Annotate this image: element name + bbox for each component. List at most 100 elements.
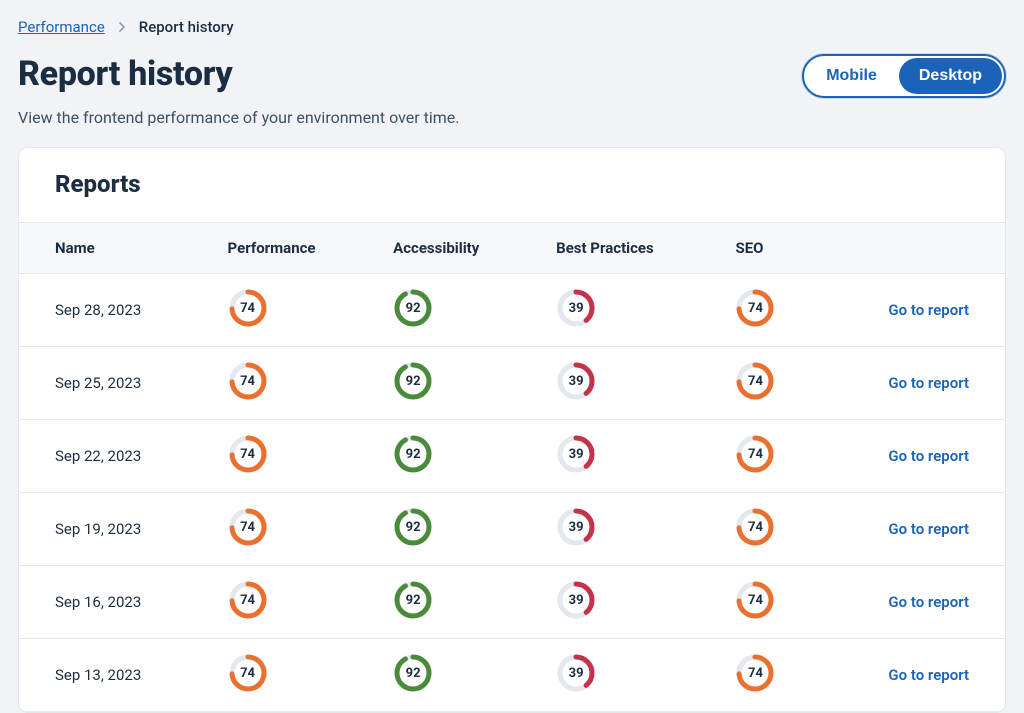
score-value: 39 <box>556 653 596 693</box>
accessibility-score-donut: 92 <box>393 507 433 547</box>
score-value: 39 <box>556 580 596 620</box>
page-subtitle: View the frontend performance of your en… <box>18 108 1006 127</box>
cell-seo: 74 <box>721 274 818 347</box>
cell-action: Go to report <box>819 274 1005 347</box>
col-performance: Performance <box>214 223 380 274</box>
cell-date: Sep 19, 2023 <box>19 493 214 566</box>
score-value: 74 <box>228 653 268 693</box>
cell-best-practices: 39 <box>542 493 721 566</box>
cell-performance: 74 <box>214 347 380 420</box>
cell-action: Go to report <box>819 420 1005 493</box>
performance-score-donut: 74 <box>228 434 268 474</box>
go-to-report-link[interactable]: Go to report <box>888 447 969 465</box>
table-row: Sep 28, 2023 74 92 39 74 Go to re <box>19 274 1005 347</box>
cell-performance: 74 <box>214 566 380 639</box>
score-value: 74 <box>735 580 775 620</box>
table-row: Sep 13, 2023 74 92 39 74 Go to re <box>19 639 1005 712</box>
score-value: 39 <box>556 361 596 401</box>
reports-heading: Reports <box>55 170 969 198</box>
reports-card: Reports Name Performance Accessibility B… <box>18 147 1006 713</box>
go-to-report-link[interactable]: Go to report <box>888 520 969 538</box>
table-row: Sep 16, 2023 74 92 39 74 Go to re <box>19 566 1005 639</box>
accessibility-score-donut: 92 <box>393 288 433 328</box>
cell-date: Sep 25, 2023 <box>19 347 214 420</box>
go-to-report-link[interactable]: Go to report <box>888 301 969 319</box>
toggle-desktop[interactable]: Desktop <box>899 58 1002 94</box>
seo-score-donut: 74 <box>735 580 775 620</box>
cell-accessibility: 92 <box>379 639 542 712</box>
cell-seo: 74 <box>721 566 818 639</box>
performance-score-donut: 74 <box>228 507 268 547</box>
seo-score-donut: 74 <box>735 288 775 328</box>
score-value: 74 <box>228 507 268 547</box>
accessibility-score-donut: 92 <box>393 580 433 620</box>
cell-date: Sep 13, 2023 <box>19 639 214 712</box>
best-practices-score-donut: 39 <box>556 653 596 693</box>
chevron-right-icon <box>117 22 127 32</box>
table-row: Sep 25, 2023 74 92 39 74 Go to re <box>19 347 1005 420</box>
cell-date: Sep 28, 2023 <box>19 274 214 347</box>
accessibility-score-donut: 92 <box>393 653 433 693</box>
breadcrumb-root-link[interactable]: Performance <box>18 18 105 36</box>
col-name: Name <box>19 223 214 274</box>
cell-best-practices: 39 <box>542 420 721 493</box>
cell-performance: 74 <box>214 639 380 712</box>
performance-score-donut: 74 <box>228 653 268 693</box>
best-practices-score-donut: 39 <box>556 288 596 328</box>
cell-action: Go to report <box>819 493 1005 566</box>
go-to-report-link[interactable]: Go to report <box>888 593 969 611</box>
cell-accessibility: 92 <box>379 566 542 639</box>
breadcrumb-current: Report history <box>139 18 234 36</box>
page-title: Report history <box>18 54 232 94</box>
cell-action: Go to report <box>819 639 1005 712</box>
cell-best-practices: 39 <box>542 566 721 639</box>
cell-best-practices: 39 <box>542 274 721 347</box>
cell-seo: 74 <box>721 493 818 566</box>
score-value: 74 <box>735 434 775 474</box>
seo-score-donut: 74 <box>735 361 775 401</box>
col-seo: SEO <box>721 223 818 274</box>
performance-score-donut: 74 <box>228 580 268 620</box>
score-value: 92 <box>393 288 433 328</box>
cell-seo: 74 <box>721 420 818 493</box>
seo-score-donut: 74 <box>735 507 775 547</box>
cell-date: Sep 16, 2023 <box>19 566 214 639</box>
table-row: Sep 19, 2023 74 92 39 74 Go to re <box>19 493 1005 566</box>
device-toggle: Mobile Desktop <box>802 54 1006 98</box>
score-value: 74 <box>735 361 775 401</box>
go-to-report-link[interactable]: Go to report <box>888 374 969 392</box>
go-to-report-link[interactable]: Go to report <box>888 666 969 684</box>
col-action <box>819 223 1005 274</box>
seo-score-donut: 74 <box>735 434 775 474</box>
best-practices-score-donut: 39 <box>556 361 596 401</box>
score-value: 92 <box>393 580 433 620</box>
reports-table: Name Performance Accessibility Best Prac… <box>19 222 1005 712</box>
score-value: 74 <box>228 580 268 620</box>
accessibility-score-donut: 92 <box>393 434 433 474</box>
best-practices-score-donut: 39 <box>556 580 596 620</box>
toggle-mobile[interactable]: Mobile <box>804 56 899 96</box>
score-value: 74 <box>735 288 775 328</box>
cell-best-practices: 39 <box>542 639 721 712</box>
score-value: 74 <box>228 361 268 401</box>
score-value: 39 <box>556 288 596 328</box>
cell-action: Go to report <box>819 347 1005 420</box>
performance-score-donut: 74 <box>228 288 268 328</box>
score-value: 74 <box>735 507 775 547</box>
score-value: 39 <box>556 507 596 547</box>
table-row: Sep 22, 2023 74 92 39 74 Go to re <box>19 420 1005 493</box>
col-accessibility: Accessibility <box>379 223 542 274</box>
cell-date: Sep 22, 2023 <box>19 420 214 493</box>
cell-performance: 74 <box>214 274 380 347</box>
cell-seo: 74 <box>721 347 818 420</box>
score-value: 92 <box>393 653 433 693</box>
cell-action: Go to report <box>819 566 1005 639</box>
best-practices-score-donut: 39 <box>556 507 596 547</box>
cell-performance: 74 <box>214 420 380 493</box>
score-value: 92 <box>393 507 433 547</box>
performance-score-donut: 74 <box>228 361 268 401</box>
accessibility-score-donut: 92 <box>393 361 433 401</box>
score-value: 74 <box>735 653 775 693</box>
score-value: 39 <box>556 434 596 474</box>
score-value: 74 <box>228 434 268 474</box>
